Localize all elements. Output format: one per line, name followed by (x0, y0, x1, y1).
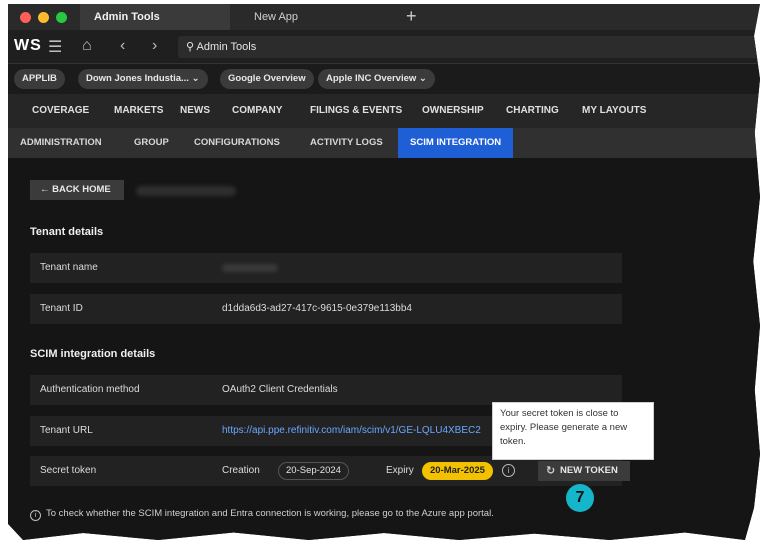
browser-tab-new-app[interactable]: New App (240, 4, 390, 30)
address-text: Admin Tools (196, 41, 257, 53)
search-icon: ⚲ (186, 41, 197, 53)
nav-markets[interactable]: MARKETS (114, 94, 163, 128)
scim-details-heading: SCIM integration details (30, 348, 156, 360)
tenant-id-label: Tenant ID (40, 303, 83, 314)
tenant-id-value: d1dda6d3-ad27-417c-9615-0e379e113bb4 (222, 303, 412, 314)
back-arrow-icon[interactable]: ‹ (120, 37, 125, 55)
browser-titlebar: Admin Tools New App + (8, 4, 760, 30)
nav-company[interactable]: COMPANY (232, 94, 282, 128)
maximize-window-button[interactable] (56, 12, 67, 23)
footnote: i To check whether the SCIM integration a… (30, 508, 494, 521)
nav-filings-events[interactable]: FILINGS & EVENTS (310, 94, 402, 128)
app-window: Admin Tools New App + WS ☰ ⌂ ‹ › ⚲ Admin… (8, 4, 760, 540)
expiry-tooltip: Your secret token is close to expiry. Pl… (492, 402, 654, 460)
footnote-text: To check whether the SCIM integration an… (46, 508, 494, 519)
home-icon[interactable]: ⌂ (82, 37, 92, 55)
minimize-window-button[interactable] (38, 12, 49, 23)
info-icon[interactable]: i (502, 464, 515, 477)
creation-date-chip: 20-Sep-2024 (278, 462, 349, 480)
info-icon: i (30, 510, 41, 521)
step-number-badge: 7 (566, 484, 594, 512)
browser-tab-admin-tools[interactable]: Admin Tools (80, 4, 230, 30)
tenant-name-label: Tenant name (40, 262, 98, 273)
forward-arrow-icon[interactable]: › (152, 37, 157, 55)
search-input[interactable]: ⚲ Admin Tools (178, 36, 760, 58)
nav-news[interactable]: NEWS (180, 94, 210, 128)
refresh-icon: ↻ (546, 465, 556, 477)
menu-icon[interactable]: ☰ (48, 37, 62, 57)
tenant-details-heading: Tenant details (30, 226, 104, 238)
auth-method-value: OAuth2 Client Credentials (222, 384, 338, 395)
redacted-tenant-name (222, 264, 278, 272)
new-token-label: NEW TOKEN (560, 465, 618, 476)
redacted-page-title (136, 186, 236, 196)
app-tab-apple-overview[interactable]: Apple INC Overview ⌄ (318, 69, 435, 89)
auth-method-label: Authentication method (40, 384, 140, 395)
tab-configurations[interactable]: CONFIGURATIONS (194, 128, 280, 158)
expiry-label: Expiry (386, 465, 414, 476)
nav-coverage[interactable]: COVERAGE (32, 94, 89, 128)
nav-ownership[interactable]: OWNERSHIP (422, 94, 484, 128)
app-tabs-bar: APPLIB Down Jones Industia... ⌄ Google O… (8, 64, 760, 94)
back-home-button[interactable]: ← BACK HOME (30, 180, 124, 200)
nav-charting[interactable]: CHARTING (506, 94, 559, 128)
close-window-button[interactable] (20, 12, 31, 23)
app-tab-google-overview[interactable]: Google Overview (220, 69, 314, 89)
creation-label: Creation (222, 465, 260, 476)
tenant-id-row: Tenant ID d1dda6d3-ad27-417c-9615-0e379e… (30, 294, 622, 324)
tab-scim-integration[interactable]: SCIM INTEGRATION (398, 128, 514, 158)
tenant-name-row: Tenant name (30, 253, 622, 283)
auth-method-row: Authentication method OAuth2 Client Cred… (30, 375, 622, 405)
app-tab-dow-jones[interactable]: Down Jones Industia... ⌄ (78, 69, 208, 89)
address-bar: WS ☰ ⌂ ‹ › ⚲ Admin Tools (8, 30, 760, 64)
tenant-url-link[interactable]: https://api.ppe.refinitiv.com/iam/scim/v… (222, 416, 481, 446)
plus-icon[interactable]: + (406, 6, 417, 27)
secret-token-label: Secret token (40, 465, 97, 476)
tab-activity-logs[interactable]: ACTIVITY LOGS (310, 128, 383, 158)
main-nav: COVERAGE MARKETS NEWS COMPANY FILINGS & … (8, 94, 760, 128)
app-tab-applib[interactable]: APPLIB (14, 69, 65, 89)
new-token-button[interactable]: ↻ NEW TOKEN (538, 461, 630, 481)
secret-token-row: Secret token Creation 20-Sep-2024 Expiry… (30, 456, 630, 486)
sub-nav: ADMINISTRATION GROUP CONFIGURATIONS ACTI… (8, 128, 760, 158)
workspace-logo: WS (14, 37, 42, 54)
nav-my-layouts[interactable]: MY LAYOUTS (582, 94, 646, 128)
main-content: ← BACK HOME Tenant details Tenant name T… (8, 158, 760, 540)
expiry-date-chip: 20-Mar-2025 (422, 462, 493, 480)
tenant-url-label: Tenant URL (40, 425, 93, 436)
tab-group[interactable]: GROUP (134, 128, 169, 158)
tab-administration[interactable]: ADMINISTRATION (20, 128, 102, 158)
